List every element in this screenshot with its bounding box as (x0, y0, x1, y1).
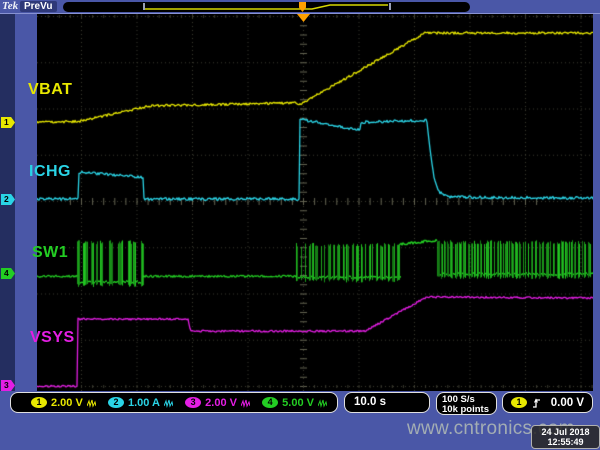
acquisition-mode-badge: PreVu (20, 1, 57, 12)
channel-1-waveform-icon (87, 398, 96, 408)
channel-2-scale: 1.00 A (128, 397, 160, 409)
channel-1-badge: 1 (31, 397, 47, 408)
tek-logo: Tek (2, 0, 18, 12)
oscilloscope-screen: Tek PreVu 1 2 4 3 VBAT ICHG SW1 VSYS 1 2… (0, 0, 600, 450)
channel-4-badge: 4 (262, 397, 278, 408)
channel-3-scale: 2.00 V (205, 397, 237, 409)
channel-4-waveform-icon (318, 398, 327, 408)
acquisition-readout: 100 S/s 10k points (436, 392, 497, 415)
window-bracket-left (143, 3, 145, 10)
channel-2-badge: 2 (108, 397, 124, 408)
waveform-canvas (37, 14, 593, 391)
rising-edge-icon (532, 397, 542, 409)
record-waveform-preview (63, 2, 470, 12)
time-text: 12:55:49 (532, 437, 599, 447)
date-text: 24 Jul 2018 (532, 427, 599, 437)
window-bracket-right (389, 3, 391, 10)
channel-scale-readouts: 1 2.00 V 2 1.00 A 3 2.00 V 4 5.00 V (10, 392, 338, 413)
channel-2-waveform-icon (164, 398, 173, 408)
channel-1-readout: 1 2.00 V (31, 397, 96, 409)
channel-3-waveform-icon (241, 398, 250, 408)
trigger-level: 0.00 V (551, 397, 584, 409)
vbat-label: VBAT (28, 81, 72, 99)
channel-4-scale: 5.00 V (282, 397, 314, 409)
datetime-box: 24 Jul 2018 12:55:49 (531, 425, 600, 449)
sw1-label: SW1 (32, 244, 68, 262)
timebase-readout: 10.0 s (344, 392, 430, 413)
ichg-label: ICHG (29, 163, 71, 181)
trigger-readout: 1 0.00 V (502, 392, 593, 413)
channel-3-readout: 3 2.00 V (185, 397, 250, 409)
channel-3-badge: 3 (185, 397, 201, 408)
channel-4-readout: 4 5.00 V (262, 397, 327, 409)
top-status-bar: Tek PreVu (0, 0, 600, 14)
channel-2-readout: 2 1.00 A (108, 397, 173, 409)
record-length: 10k points (442, 405, 496, 415)
record-view-bar (63, 2, 470, 12)
channel-1-scale: 2.00 V (51, 397, 83, 409)
graticule-area (37, 14, 593, 391)
trigger-source-badge: 1 (511, 397, 527, 408)
vsys-label: VSYS (30, 329, 75, 347)
